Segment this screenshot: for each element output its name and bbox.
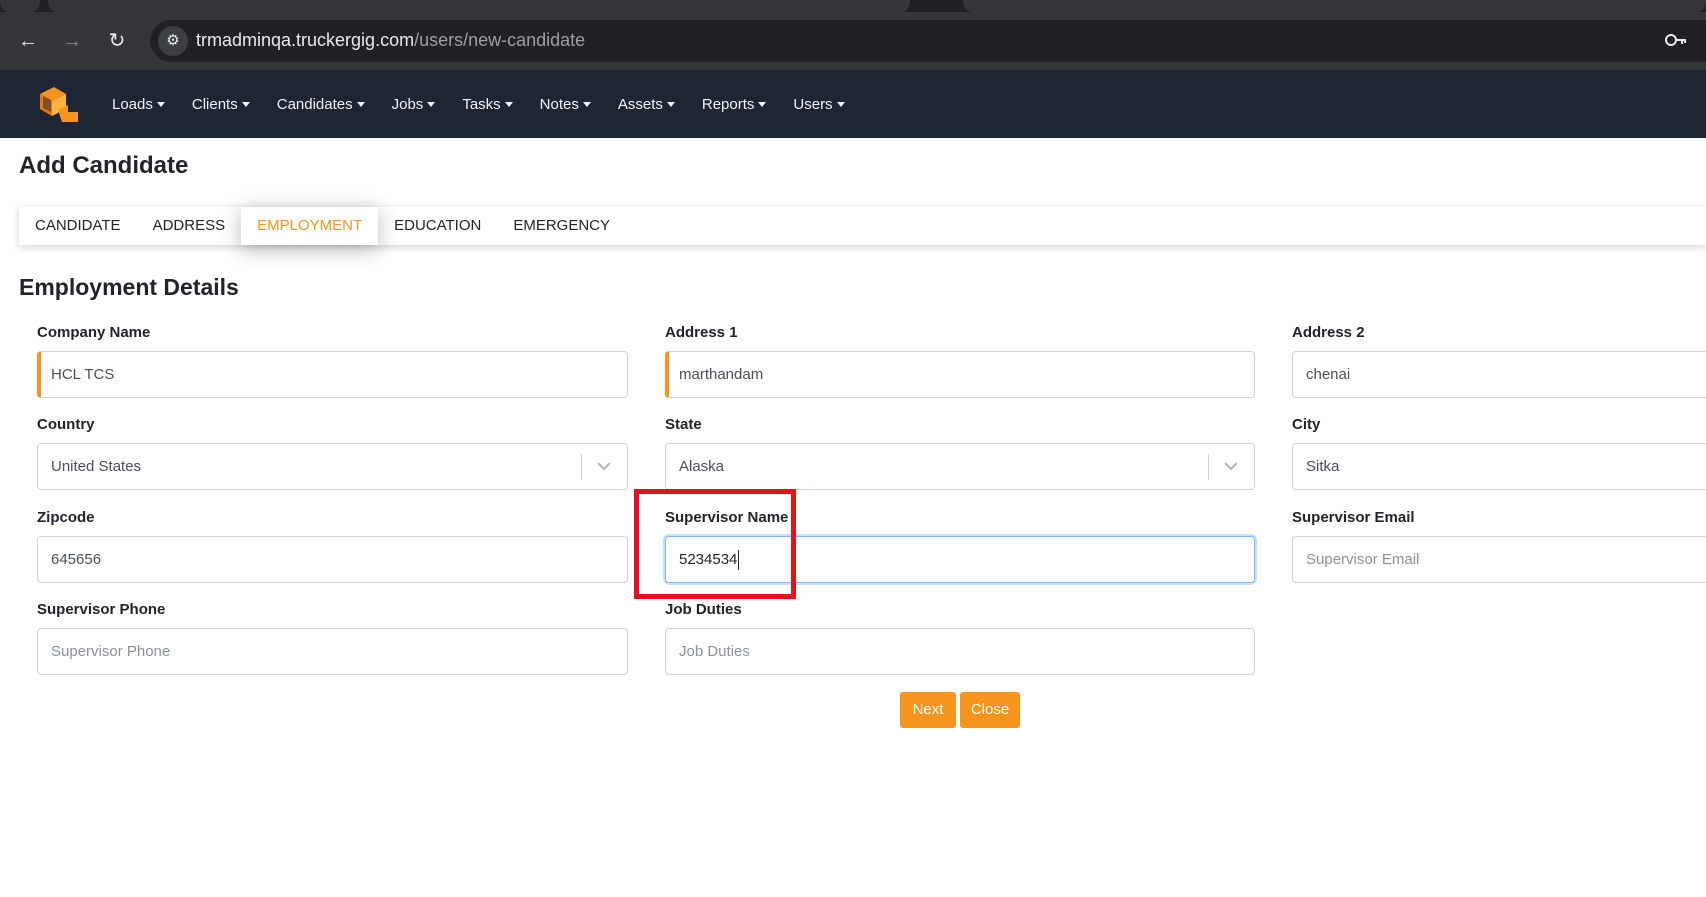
url-path: /users/new-candidate <box>414 30 586 50</box>
city-input[interactable]: Sitka <box>1292 443 1706 490</box>
country-label: Country <box>37 416 95 433</box>
tab-candidate[interactable]: CANDIDATE <box>19 207 137 245</box>
tab-address[interactable]: ADDRESS <box>137 207 242 245</box>
chevron-down-icon[interactable] <box>1221 456 1241 476</box>
browser-tabstrip <box>0 0 1706 12</box>
form-tabs: CANDIDATE ADDRESS EMPLOYMENT EDUCATION E… <box>19 207 1706 245</box>
main-menu: Loads Clients Candidates Jobs Tasks Note… <box>112 70 872 138</box>
caret-down-icon <box>758 101 767 107</box>
caret-down-icon <box>836 101 845 107</box>
tab-employment[interactable]: EMPLOYMENT <box>241 207 379 245</box>
browser-tab[interactable] <box>0 0 40 12</box>
section-title: Employment Details <box>19 274 239 300</box>
menu-loads[interactable]: Loads <box>112 96 165 113</box>
address1-input[interactable]: marthandam <box>665 351 1255 398</box>
logo-icon[interactable] <box>34 82 82 126</box>
state-value: Alaska <box>679 458 725 475</box>
forward-icon[interactable]: → <box>59 28 85 54</box>
url-host: trmadminqa.truckergig.com <box>196 30 415 50</box>
caret-down-icon <box>666 101 675 107</box>
menu-notes[interactable]: Notes <box>540 96 591 113</box>
close-button[interactable]: Close <box>960 692 1020 728</box>
caret-down-icon <box>241 101 250 107</box>
menu-assets[interactable]: Assets <box>618 96 675 113</box>
menu-jobs[interactable]: Jobs <box>392 96 436 113</box>
state-select[interactable]: Alaska <box>665 443 1255 490</box>
select-separator <box>1208 454 1209 480</box>
job-duties-input[interactable]: Job Duties <box>665 628 1255 675</box>
password-key-icon[interactable] <box>1664 30 1688 56</box>
browser-tab[interactable] <box>48 0 910 12</box>
browser-tab[interactable] <box>963 0 1706 12</box>
menu-candidates[interactable]: Candidates <box>277 96 365 113</box>
country-value: United States <box>51 458 142 475</box>
page-title: Add Candidate <box>19 152 189 179</box>
supervisor-phone-input[interactable]: Supervisor Phone <box>37 628 628 675</box>
menu-tasks[interactable]: Tasks <box>462 96 513 113</box>
tab-education[interactable]: EDUCATION <box>378 207 497 245</box>
browser-toolbar: ← → ↻ ⚙ trmadminqa.truckergig.com/users/… <box>0 12 1706 70</box>
reload-icon[interactable]: ↻ <box>104 28 130 54</box>
caret-down-icon <box>156 101 165 107</box>
address-bar[interactable]: ⚙ trmadminqa.truckergig.com/users/new-ca… <box>150 20 1706 62</box>
address2-label: Address 2 <box>1292 324 1365 341</box>
address1-label: Address 1 <box>665 324 738 341</box>
zipcode-input[interactable]: 645656 <box>37 536 628 583</box>
supervisor-email-input[interactable]: Supervisor Email <box>1292 536 1706 583</box>
country-select[interactable]: United States <box>37 443 628 490</box>
zipcode-label: Zipcode <box>37 509 95 526</box>
tab-emergency[interactable]: EMERGENCY <box>497 207 626 245</box>
caret-down-icon <box>504 101 513 107</box>
job-duties-label: Job Duties <box>665 601 742 618</box>
menu-users[interactable]: Users <box>793 96 845 113</box>
menu-reports[interactable]: Reports <box>702 96 767 113</box>
address2-input[interactable]: chenai <box>1292 351 1706 398</box>
supervisor-phone-label: Supervisor Phone <box>37 601 166 618</box>
site-info-icon[interactable]: ⚙ <box>158 26 188 56</box>
caret-down-icon <box>427 101 436 107</box>
menu-clients[interactable]: Clients <box>192 96 250 113</box>
url-text[interactable]: trmadminqa.truckergig.com/users/new-cand… <box>196 30 585 51</box>
state-label: State <box>665 416 702 433</box>
select-separator <box>581 454 582 480</box>
highlight-box <box>634 489 796 599</box>
back-icon[interactable]: ← <box>15 28 41 54</box>
chevron-down-icon[interactable] <box>594 456 614 476</box>
city-label: City <box>1292 416 1321 433</box>
caret-down-icon <box>356 101 365 107</box>
supervisor-email-label: Supervisor Email <box>1292 509 1415 526</box>
caret-down-icon <box>582 101 591 107</box>
company-name-label: Company Name <box>37 324 151 341</box>
app-navbar: Loads Clients Candidates Jobs Tasks Note… <box>0 70 1706 138</box>
company-name-input[interactable]: HCL TCS <box>37 351 628 398</box>
next-button[interactable]: Next <box>900 692 956 728</box>
